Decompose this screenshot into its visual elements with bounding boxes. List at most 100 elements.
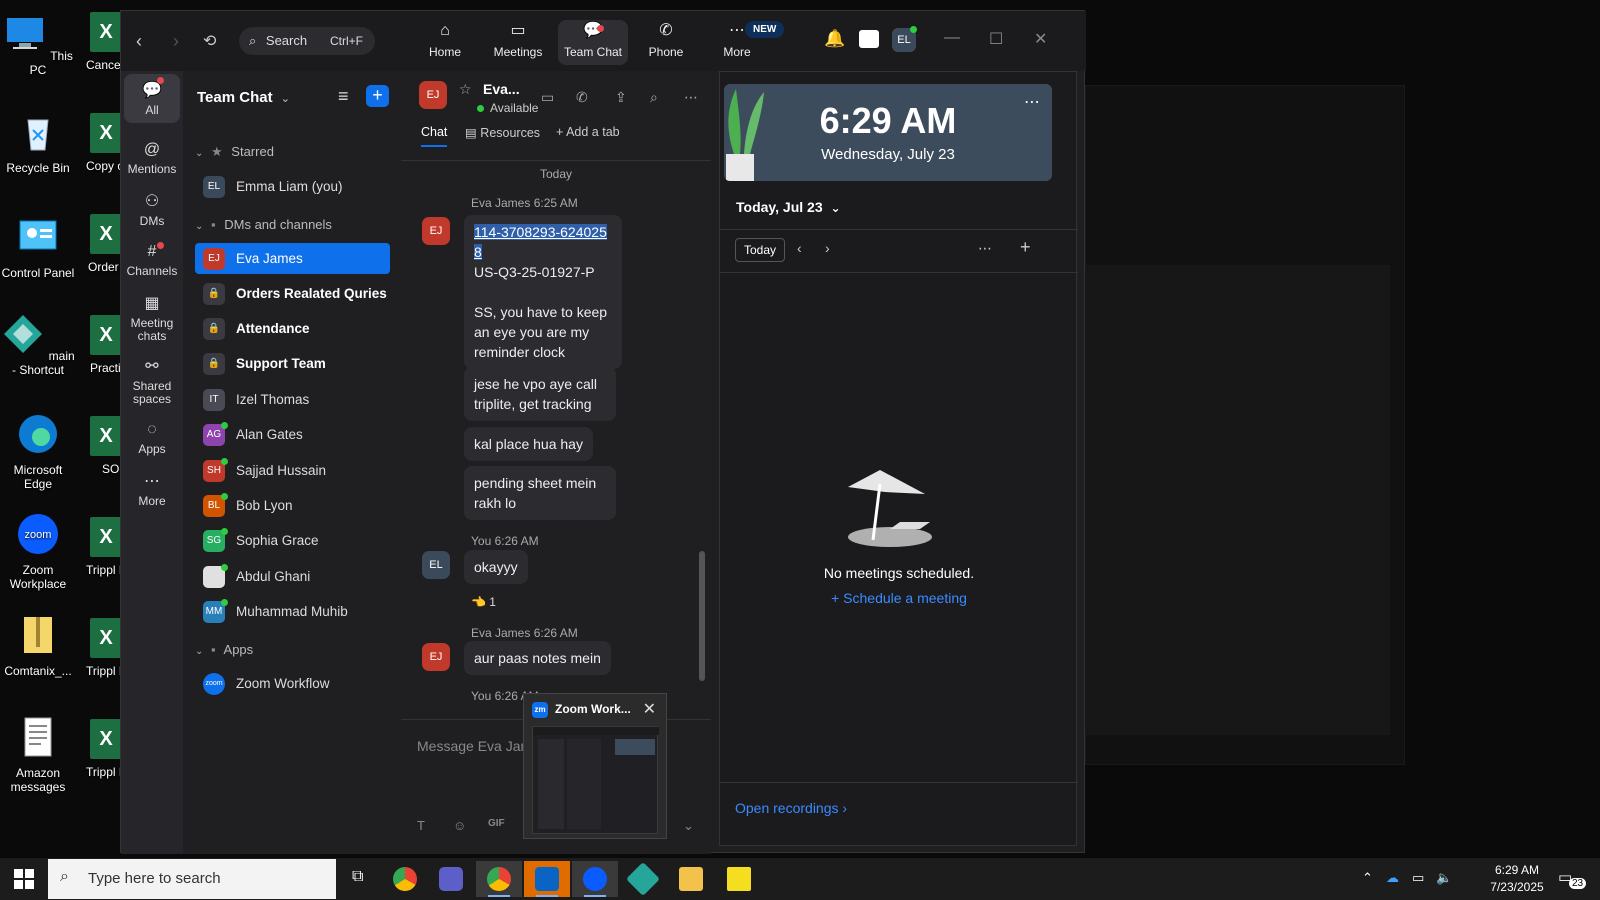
channel-item-eva-james[interactable]: EJ Eva James — [195, 243, 390, 274]
message-bubble[interactable]: kal place hua hay — [464, 427, 593, 461]
excel-file-icon[interactable]: X — [90, 214, 122, 254]
open-recordings-link[interactable]: Open recordings › — [735, 800, 847, 816]
taskbar-clock[interactable]: 6:29 AM 7/23/2025 — [1478, 862, 1556, 896]
section-apps[interactable]: ⌄ ▪ Apps — [195, 642, 253, 657]
chevron-left-icon[interactable]: ‹ — [797, 240, 802, 256]
section-starred[interactable]: ⌄ ★ Starred — [195, 144, 274, 160]
close-icon[interactable]: ✕ — [643, 699, 656, 719]
channel-item[interactable]: EL Emma Liam (you) — [195, 171, 390, 202]
message-bubble[interactable]: 114-3708293-6240258 US-Q3-25-01927-P SS,… — [464, 215, 622, 369]
forward-icon[interactable]: › — [173, 31, 179, 52]
taskbar-teams[interactable] — [428, 861, 474, 897]
desktop-icon-zip[interactable]: Comtanix_... — [0, 613, 76, 678]
windows-start-icon[interactable] — [14, 869, 34, 889]
chevron-up-icon[interactable]: ⌃ — [1362, 870, 1373, 886]
filter-icon[interactable]: ≡ — [338, 86, 349, 107]
emoji-icon[interactable]: ☺ — [453, 818, 466, 833]
desktop-icon-this-pc[interactable]: This PC — [0, 12, 76, 77]
tab-chat[interactable]: Chat — [421, 125, 448, 147]
taskbar-sticky-notes[interactable] — [716, 861, 762, 897]
window-thumbnail[interactable] — [532, 726, 659, 834]
video-icon[interactable]: ▭ — [541, 89, 554, 106]
star-icon[interactable]: ☆ — [459, 81, 472, 98]
desktop-icon-main-shortcut[interactable]: main - Shortcut — [0, 312, 76, 377]
channel-item-orders[interactable]: 🔒 Orders Realated Quries — [195, 278, 390, 309]
excel-file-icon[interactable]: X — [90, 113, 122, 153]
rail-item-apps[interactable]: ◌ Apps — [124, 419, 180, 456]
desktop-icon-recycle-bin[interactable]: Recycle Bin — [0, 110, 76, 175]
taskbar-file-explorer[interactable] — [668, 861, 714, 897]
tab-resources[interactable]: ▤ Resources — [465, 125, 540, 140]
rail-item-dms[interactable]: ⚇ DMs — [124, 191, 180, 228]
taskbar-outlook[interactable] — [524, 861, 570, 897]
taskbar-chrome-profile[interactable] — [476, 861, 522, 897]
reaction[interactable]: 👈 1 — [471, 595, 496, 609]
taskbar-search[interactable]: ⌕ Type here to search — [48, 859, 336, 899]
add-tab-button[interactable]: + Add a tab — [556, 125, 620, 139]
date-selector[interactable]: Today, Jul 23 ⌄ — [736, 199, 841, 215]
channel-item[interactable]: IT Izel Thomas — [195, 384, 390, 415]
message-bubble[interactable]: pending sheet mein rakh lo — [464, 466, 616, 520]
channel-list-title[interactable]: Team Chat ⌄ — [197, 89, 290, 106]
notification-center[interactable]: ▭ 23 — [1558, 868, 1587, 890]
excel-file-icon[interactable]: X — [90, 719, 122, 759]
rail-item-mentions[interactable]: @ Mentions — [124, 139, 180, 176]
desktop-icon-control-panel[interactable]: Control Panel — [0, 215, 76, 280]
taskbar-zoom[interactable] — [572, 861, 618, 897]
search-icon[interactable]: ⌕ — [650, 89, 658, 106]
excel-file-icon[interactable]: X — [90, 12, 122, 52]
desktop-icon-edge[interactable]: Microsoft Edge — [0, 412, 76, 491]
tab-phone[interactable]: ✆ Phone — [630, 20, 702, 59]
more-options-icon[interactable]: ⋯ — [684, 89, 698, 106]
excel-file-icon[interactable]: X — [90, 618, 122, 658]
tab-home[interactable]: ⌂ Home — [409, 20, 481, 59]
message-bubble[interactable]: aur paas notes mein — [464, 641, 611, 675]
channel-item[interactable]: AG Alan Gates — [195, 419, 390, 450]
channel-item-attendance[interactable]: 🔒 Attendance — [195, 313, 390, 344]
volume-icon[interactable]: 🔈 — [1436, 870, 1452, 886]
contact-name[interactable]: Eva... — [483, 81, 520, 97]
bell-icon[interactable]: 🔔 — [824, 29, 845, 49]
tab-team-chat[interactable]: 💬 Team Chat — [558, 20, 628, 65]
channel-item[interactable]: BL Bob Lyon — [195, 490, 390, 521]
today-button[interactable]: Today — [735, 238, 786, 262]
back-icon[interactable]: ‹ — [136, 31, 142, 52]
search-box[interactable]: ⌕ Search Ctrl+F — [239, 27, 375, 55]
cloud-icon[interactable]: ☁ — [1386, 870, 1399, 886]
tab-meetings[interactable]: ▭ Meetings — [482, 20, 554, 59]
message-link[interactable]: 114-3708293-6240258 — [474, 224, 607, 260]
share-screen-icon[interactable]: ⇪ — [615, 89, 627, 106]
message-bubble[interactable]: jese he vpo aye call triplite, get track… — [464, 367, 616, 421]
more-options-icon[interactable]: ⋯ — [978, 240, 992, 257]
rail-item-shared-spaces[interactable]: ⚯ Shared spaces — [124, 356, 180, 406]
channel-item[interactable]: SG Sophia Grace — [195, 525, 390, 556]
maximize-icon[interactable]: ☐ — [989, 29, 1003, 49]
close-icon[interactable]: ✕ — [1034, 29, 1047, 49]
add-event-icon[interactable]: + — [1020, 237, 1031, 258]
channel-item[interactable]: Abdul Ghani — [195, 561, 390, 592]
desktop-icon-amazon-messages[interactable]: Amazon messages — [0, 715, 76, 794]
chevron-down-icon[interactable]: ⌄ — [683, 818, 694, 834]
gift-icon[interactable] — [859, 30, 879, 48]
taskbar-preview[interactable]: zm Zoom Work... ✕ — [523, 693, 667, 839]
schedule-meeting-link[interactable]: + Schedule a meeting — [720, 590, 1078, 606]
task-view-icon[interactable]: ⧉ — [352, 868, 363, 886]
message-bubble[interactable]: okayyy — [464, 550, 528, 584]
rail-item-all[interactable]: 💬 All — [124, 74, 180, 123]
section-dms-and-channels[interactable]: ⌄ ▪ DMs and channels — [195, 217, 332, 232]
channel-item[interactable]: MM Muhammad Muhib — [195, 596, 390, 627]
taskbar-diamond-app[interactable] — [620, 861, 666, 897]
chevron-right-icon[interactable]: › — [825, 240, 830, 256]
network-icon[interactable]: ▭ — [1412, 870, 1424, 886]
excel-file-icon[interactable]: X — [90, 416, 122, 456]
channel-item[interactable]: SH Sajjad Hussain — [195, 455, 390, 486]
phone-icon[interactable]: ✆ — [576, 89, 588, 106]
gif-icon[interactable]: GIF — [488, 818, 505, 829]
scrollbar[interactable] — [699, 551, 705, 681]
history-icon[interactable]: ⟲ — [203, 31, 216, 51]
more-options-icon[interactable]: ⋯ — [1024, 92, 1040, 112]
taskbar-chrome[interactable] — [382, 861, 428, 897]
new-chat-button[interactable]: + — [366, 85, 389, 107]
minimize-icon[interactable]: — — [944, 29, 960, 47]
rail-item-more[interactable]: ⋯ More — [124, 471, 180, 508]
